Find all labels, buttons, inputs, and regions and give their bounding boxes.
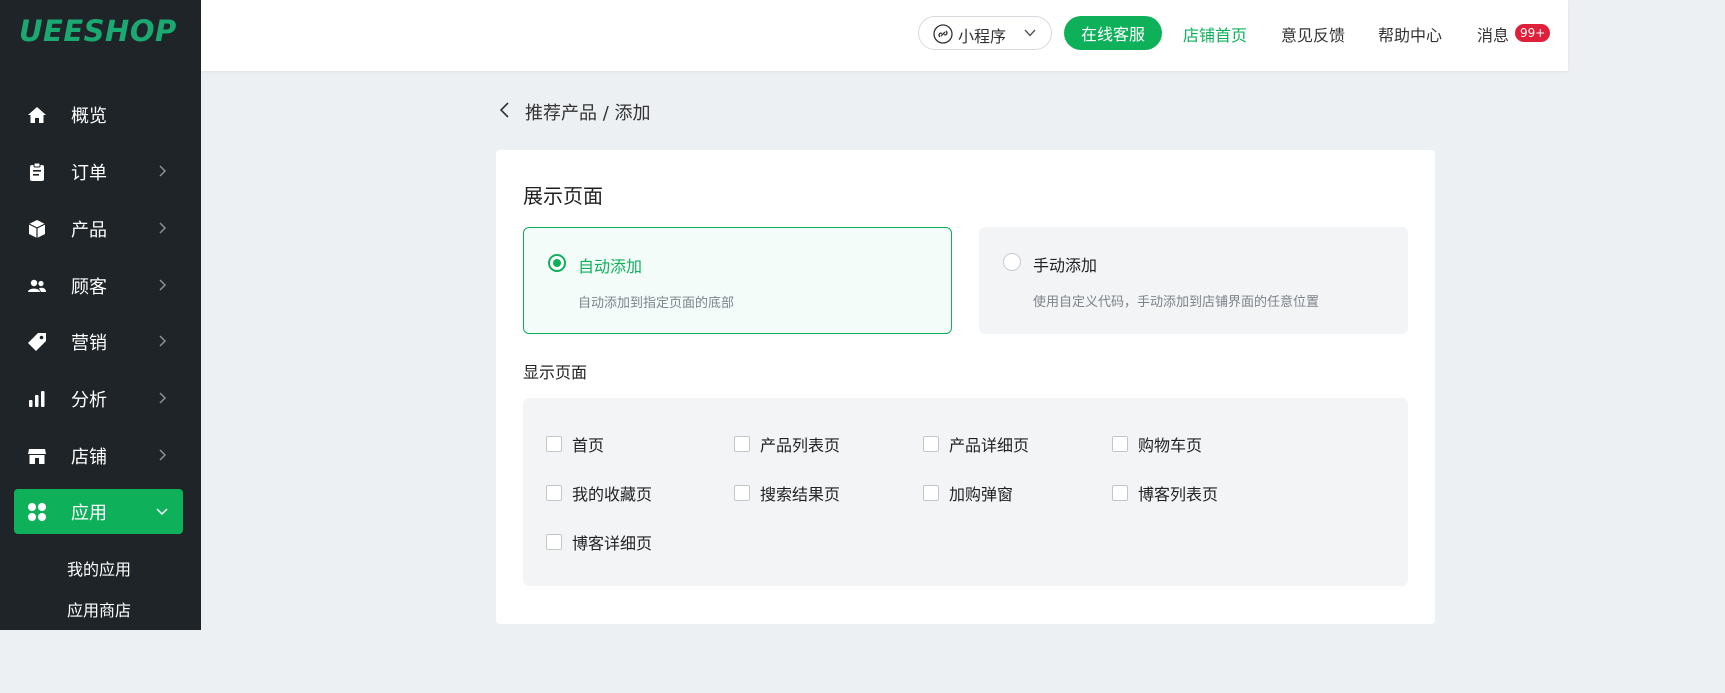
checkbox-cart[interactable]: 购物车页 (1112, 432, 1202, 456)
store-home-link[interactable]: 店铺首页 (1183, 22, 1247, 46)
checkbox-label: 博客列表页 (1138, 485, 1219, 504)
sidebar-item-apps[interactable]: 应用 (14, 489, 183, 534)
display-settings-card: 展示页面 自动添加 自动添加到指定页面的底部 手动添加 使用自定义代码，手动添加… (496, 150, 1435, 624)
mini-program-label: 小程序 (958, 27, 1007, 46)
sidebar-item-label: 产品 (71, 219, 107, 241)
sidebar-subitem-app-store[interactable]: 应用商店 (67, 597, 131, 621)
users-icon (27, 276, 47, 296)
sidebar-item-label: 概览 (71, 105, 107, 127)
pages-label: 显示页面 (523, 363, 588, 382)
checkbox-label: 首页 (572, 436, 605, 455)
checkbox-search-results[interactable]: 搜索结果页 (734, 481, 840, 505)
link-icon (933, 24, 953, 44)
checkbox-label: 加购弹窗 (949, 485, 1014, 504)
chevron-right-icon (159, 279, 167, 291)
sidebar-item-label: 订单 (71, 162, 107, 184)
chevron-down-icon (1024, 29, 1036, 37)
sidebar-item-marketing[interactable]: 营销 (14, 319, 183, 364)
radio-auto-add[interactable] (548, 254, 566, 272)
sidebar-item-analytics[interactable]: 分析 (14, 376, 183, 421)
tag-icon (27, 332, 47, 352)
online-service-button[interactable]: 在线客服 (1064, 16, 1162, 50)
messages-badge: 99+ (1515, 24, 1551, 42)
option-description: 自动添加到指定页面的底部 (578, 296, 735, 311)
checkbox[interactable] (546, 436, 562, 452)
checkbox[interactable] (546, 485, 562, 501)
checkbox[interactable] (923, 485, 939, 501)
chevron-right-icon (159, 449, 167, 461)
checkbox-add-to-cart-popup[interactable]: 加购弹窗 (923, 481, 1013, 505)
brand-logo[interactable]: UEESHOP (19, 14, 177, 48)
checkbox-label: 我的收藏页 (572, 485, 653, 504)
sidebar-item-label: 分析 (71, 389, 107, 411)
messages-link[interactable]: 消息 (1477, 22, 1509, 46)
option-label: 手动添加 (1033, 256, 1098, 275)
checkbox-home[interactable]: 首页 (546, 432, 604, 456)
checkbox-label: 搜索结果页 (760, 485, 841, 504)
box-icon (27, 219, 47, 239)
bar-chart-icon (27, 389, 47, 409)
checkbox-blog-detail[interactable]: 博客详细页 (546, 530, 652, 554)
checkbox[interactable] (1112, 436, 1128, 452)
top-header: 小程序 在线客服 店铺首页 意见反馈 帮助中心 消息 99+ (201, 0, 1568, 71)
sidebar-item-store[interactable]: 店铺 (14, 433, 183, 478)
option-manual-add[interactable]: 手动添加 使用自定义代码，手动添加到店铺界面的任意位置 (979, 227, 1408, 334)
sidebar-item-orders[interactable]: 订单 (14, 149, 183, 194)
chevron-right-icon (159, 165, 167, 177)
sidebar-item-label: 顾客 (71, 276, 107, 298)
clipboard-icon (27, 162, 47, 182)
home-icon (27, 105, 47, 125)
checkbox-label: 产品详细页 (949, 436, 1030, 455)
radio-manual-add[interactable] (1003, 253, 1021, 271)
sidebar-subitem-my-apps[interactable]: 我的应用 (67, 556, 131, 580)
checkbox[interactable] (734, 436, 750, 452)
option-label: 自动添加 (578, 257, 643, 276)
breadcrumb: 推荐产品 / 添加 (525, 103, 651, 124)
checkbox-label: 产品列表页 (760, 436, 841, 455)
chevron-right-icon (159, 392, 167, 404)
chevron-down-icon (156, 508, 168, 516)
mini-program-dropdown[interactable]: 小程序 (918, 16, 1052, 50)
option-auto-add[interactable]: 自动添加 自动添加到指定页面的底部 (523, 227, 952, 334)
feedback-link[interactable]: 意见反馈 (1281, 22, 1345, 46)
checkbox-favorites[interactable]: 我的收藏页 (546, 481, 652, 505)
checkbox[interactable] (734, 485, 750, 501)
sidebar-item-overview[interactable]: 概览 (14, 92, 183, 137)
sidebar-item-products[interactable]: 产品 (14, 206, 183, 251)
sidebar-item-label: 应用 (71, 502, 107, 524)
sidebar-item-label: 营销 (71, 332, 107, 354)
checkbox-label: 购物车页 (1138, 436, 1203, 455)
help-center-link[interactable]: 帮助中心 (1378, 22, 1442, 46)
chevron-right-icon (159, 222, 167, 234)
sidebar-item-customers[interactable]: 顾客 (14, 263, 183, 308)
sidebar: UEESHOP 概览 订单 产品 顾客 营销 分析 店铺 应用 我的应用 应用商… (0, 0, 201, 630)
checkbox-label: 博客详细页 (572, 534, 653, 553)
checkbox-product-detail[interactable]: 产品详细页 (923, 432, 1029, 456)
pages-checkbox-group: 首页 产品列表页 产品详细页 购物车页 我的收藏页 搜索结果页 加购弹窗 博客列… (523, 398, 1408, 586)
option-description: 使用自定义代码，手动添加到店铺界面的任意位置 (1033, 295, 1320, 310)
chevron-right-icon (159, 335, 167, 347)
storefront-icon (27, 446, 47, 466)
back-chevron-icon[interactable] (497, 100, 513, 120)
grid-apps-icon (27, 502, 47, 522)
checkbox[interactable] (546, 534, 562, 550)
checkbox[interactable] (1112, 485, 1128, 501)
checkbox-blog-list[interactable]: 博客列表页 (1112, 481, 1218, 505)
checkbox-product-list[interactable]: 产品列表页 (734, 432, 840, 456)
section-title: 展示页面 (523, 184, 603, 208)
sidebar-item-label: 店铺 (71, 446, 107, 468)
checkbox[interactable] (923, 436, 939, 452)
